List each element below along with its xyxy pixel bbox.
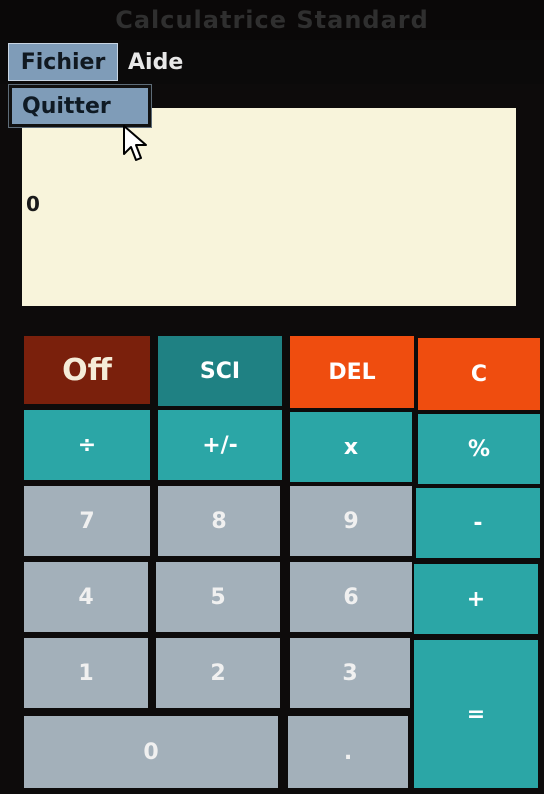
plus-button[interactable]: + <box>414 564 538 634</box>
digit-5-button[interactable]: 5 <box>156 562 280 632</box>
menu-aide[interactable]: Aide <box>128 43 183 81</box>
digit-9-button[interactable]: 9 <box>290 486 412 556</box>
keypad: Off SCI DEL C ÷ +/- x % 7 8 9 - 4 5 6 + … <box>0 326 544 794</box>
minus-button[interactable]: - <box>416 488 540 558</box>
menu-item-quitter[interactable]: Quitter <box>12 88 148 124</box>
digit-2-button[interactable]: 2 <box>156 638 280 708</box>
digit-0-button[interactable]: 0 <box>24 716 278 788</box>
negate-button[interactable]: +/- <box>158 410 282 480</box>
window-title: Calculatrice Standard <box>115 6 429 34</box>
multiply-button[interactable]: x <box>290 412 412 482</box>
digit-8-button[interactable]: 8 <box>158 486 280 556</box>
digit-3-button[interactable]: 3 <box>290 638 410 708</box>
digit-1-button[interactable]: 1 <box>24 638 148 708</box>
sci-button[interactable]: SCI <box>158 336 282 406</box>
digit-7-button[interactable]: 7 <box>24 486 150 556</box>
del-button[interactable]: DEL <box>290 336 414 408</box>
menu-fichier[interactable]: Fichier <box>8 43 118 81</box>
digit-4-button[interactable]: 4 <box>24 562 148 632</box>
title-bar: Calculatrice Standard <box>0 0 544 40</box>
display-panel: 0 <box>22 108 516 306</box>
equals-button[interactable]: = <box>414 640 538 788</box>
divide-button[interactable]: ÷ <box>24 410 150 480</box>
decimal-button[interactable]: . <box>288 716 408 788</box>
menu-bar: Fichier Aide <box>0 40 544 84</box>
display-value: 0 <box>26 192 40 216</box>
digit-6-button[interactable]: 6 <box>290 562 412 632</box>
mouse-pointer-icon <box>122 124 148 168</box>
off-button[interactable]: Off <box>24 336 150 404</box>
percent-button[interactable]: % <box>418 414 540 484</box>
fichier-dropdown: Quitter <box>8 84 152 128</box>
clear-button[interactable]: C <box>418 338 540 410</box>
